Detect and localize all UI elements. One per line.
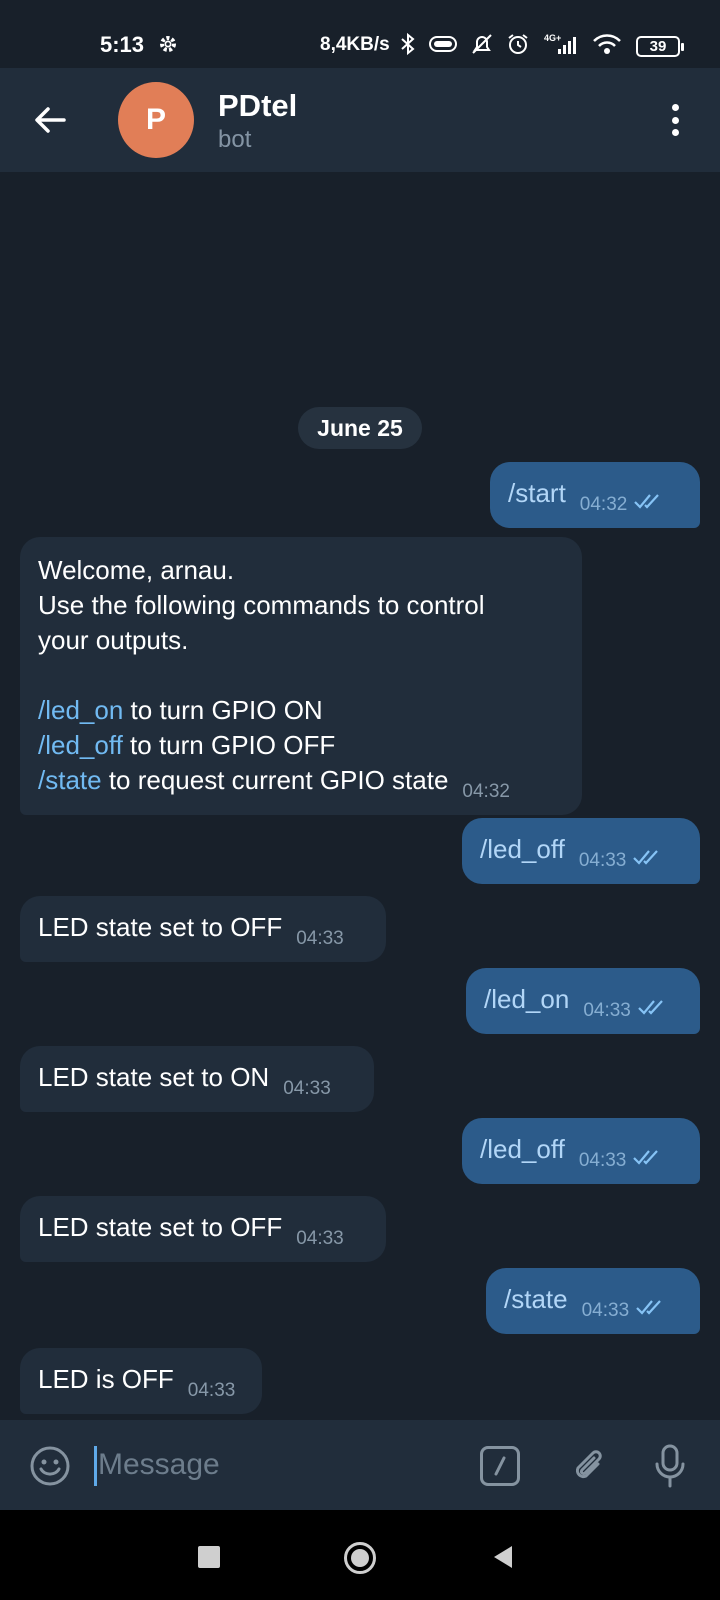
arrow-left-icon <box>35 107 66 133</box>
message-line: Welcome, arnau. <box>38 553 564 588</box>
message-text: /state <box>504 1284 568 1314</box>
message-time: 04:33 <box>296 928 344 949</box>
vibrate-icon <box>429 36 457 52</box>
network-speed: 8,4KB/s <box>320 34 390 55</box>
message-input[interactable] <box>92 1442 432 1488</box>
bluetooth-icon <box>401 32 415 56</box>
outgoing-message[interactable]: /led_off 04:33 <box>462 1118 700 1184</box>
message-time: 04:33 <box>583 1000 631 1021</box>
message-text: to turn GPIO ON <box>123 695 323 725</box>
svg-text:4G+: 4G+ <box>544 33 561 43</box>
message-list[interactable]: June 25 /start 04:32 Welcome, arnau. Use … <box>0 172 720 1420</box>
status-icons: 4G+ <box>400 31 622 57</box>
outgoing-message[interactable]: /led_on 04:33 <box>466 968 700 1034</box>
gear-icon <box>160 36 176 52</box>
home-icon[interactable] <box>344 1542 376 1574</box>
system-nav-bar <box>0 1510 720 1600</box>
text-cursor <box>94 1446 97 1486</box>
message-text: your outputs. <box>38 625 189 655</box>
command-link-led-on[interactable]: /led_on <box>38 695 123 725</box>
chat-header: P PDtel bot <box>0 68 720 172</box>
dot-icon <box>671 104 679 111</box>
message-line: /led_off to turn GPIO OFF <box>38 728 564 763</box>
message-time: 04:33 <box>296 1228 344 1249</box>
message-line: your outputs. <box>38 623 564 658</box>
incoming-message[interactable]: LED state set to ON 04:33 <box>20 1046 374 1112</box>
outgoing-message[interactable]: /start 04:32 <box>490 462 700 528</box>
message-text: /led_off <box>480 1134 565 1164</box>
battery-icon: 39 <box>636 36 684 57</box>
double-check-icon <box>638 1000 663 1015</box>
command-link-state[interactable]: /state <box>38 765 102 795</box>
incoming-message[interactable]: LED state set to OFF 04:33 <box>20 896 386 962</box>
alarm-icon <box>508 34 528 54</box>
slash-icon <box>494 1456 506 1476</box>
chat-subtitle: bot <box>218 126 252 153</box>
emoji-icon[interactable] <box>28 1444 72 1488</box>
recent-apps-icon[interactable] <box>198 1546 220 1568</box>
message-text: Use the following commands to control <box>38 590 485 620</box>
message-time: 04:33 <box>187 1380 236 1401</box>
message-text: LED state set to ON <box>38 1062 270 1092</box>
back-button[interactable] <box>28 98 72 142</box>
message-time: 04:33 <box>283 1078 331 1099</box>
double-check-icon <box>633 850 659 865</box>
command-link-led-off[interactable]: /led_off <box>38 730 123 760</box>
date-separator: June 25 <box>298 407 422 449</box>
message-time: 04:33 <box>578 1150 627 1171</box>
message-text: LED is OFF <box>38 1364 174 1394</box>
message-line: /state to request current GPIO state 04:3… <box>38 763 564 802</box>
message-time: 04:33 <box>581 1300 630 1321</box>
message-composer <box>0 1420 720 1510</box>
outgoing-message[interactable]: /led_off 04:33 <box>462 818 700 884</box>
status-time: 5:13 <box>100 32 145 57</box>
incoming-message[interactable]: LED is OFF 04:33 <box>20 1348 262 1414</box>
double-check-icon <box>636 1300 661 1315</box>
avatar[interactable]: P <box>118 82 194 158</box>
signal-4g-icon: 4G+ <box>544 33 576 54</box>
message-line: /led_on to turn GPIO ON <box>38 693 564 728</box>
message-text: /start <box>508 478 566 508</box>
double-check-icon <box>633 1150 659 1165</box>
double-check-icon <box>634 494 660 509</box>
more-menu-button[interactable] <box>660 100 690 140</box>
chat-title[interactable]: PDtel <box>218 88 297 124</box>
dot-icon <box>671 116 679 124</box>
message-text: Welcome, arnau. <box>38 555 235 585</box>
message-line-empty <box>38 658 564 693</box>
incoming-message[interactable]: Welcome, arnau. Use the following comman… <box>20 537 582 815</box>
wifi-icon <box>593 34 621 54</box>
status-bar: 5:13 8,4KB/s 4G+ 39 <box>0 0 720 68</box>
message-text: LED state set to OFF <box>38 912 283 942</box>
message-text: LED state set to OFF <box>38 1212 283 1242</box>
bot-commands-button[interactable] <box>480 1446 520 1486</box>
paperclip-icon[interactable] <box>568 1444 612 1488</box>
message-time: 04:32 <box>579 494 628 515</box>
silent-icon <box>472 34 492 54</box>
message-time: 04:33 <box>578 850 627 871</box>
message-time: 04:32 <box>462 781 510 802</box>
nav-back-icon[interactable] <box>494 1546 512 1568</box>
microphone-icon[interactable] <box>650 1442 690 1490</box>
message-text: to turn GPIO OFF <box>122 730 336 760</box>
message-text: /led_off <box>480 834 565 864</box>
message-text: /led_on <box>484 984 570 1014</box>
message-line: Use the following commands to control <box>38 588 564 623</box>
incoming-message[interactable]: LED state set to OFF 04:33 <box>20 1196 386 1262</box>
outgoing-message[interactable]: /state 04:33 <box>486 1268 700 1334</box>
dot-icon <box>671 129 679 136</box>
message-text: to request current GPIO state <box>101 765 449 795</box>
